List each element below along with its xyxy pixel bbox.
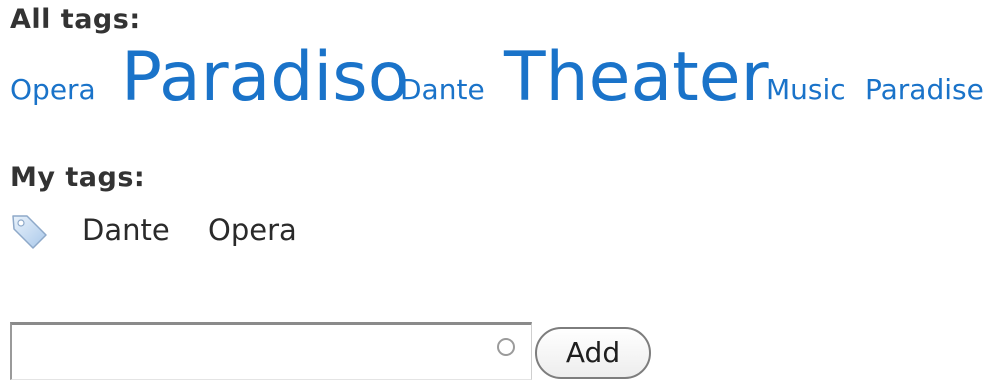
tag-icon	[10, 212, 50, 252]
my-tags-heading: My tags:	[10, 162, 146, 193]
tag-cloud-item-music[interactable]: Music	[766, 76, 846, 104]
tag-cloud-item-dante[interactable]: Dante	[400, 76, 485, 104]
new-tag-input[interactable]	[14, 327, 496, 375]
all-tags-heading: All tags:	[10, 4, 141, 35]
tag-cloud-item-opera[interactable]: Opera	[10, 76, 96, 104]
tag-cloud: Opera Paradiso Dante Theater Music Parad…	[10, 36, 1003, 116]
tag-input-container	[10, 322, 532, 380]
tag-cloud-item-theater[interactable]: Theater	[504, 44, 769, 112]
tag-cloud-item-paradiso[interactable]: Paradiso	[121, 44, 409, 112]
tags-panel: All tags: Opera Paradiso Dante Theater M…	[0, 0, 1003, 383]
my-tag-opera[interactable]: Opera	[208, 216, 297, 245]
add-tag-button[interactable]: Add	[535, 327, 651, 379]
loading-spinner-icon	[497, 338, 515, 356]
tag-cloud-item-paradise[interactable]: Paradise	[865, 76, 984, 104]
my-tag-dante[interactable]: Dante	[82, 216, 170, 245]
